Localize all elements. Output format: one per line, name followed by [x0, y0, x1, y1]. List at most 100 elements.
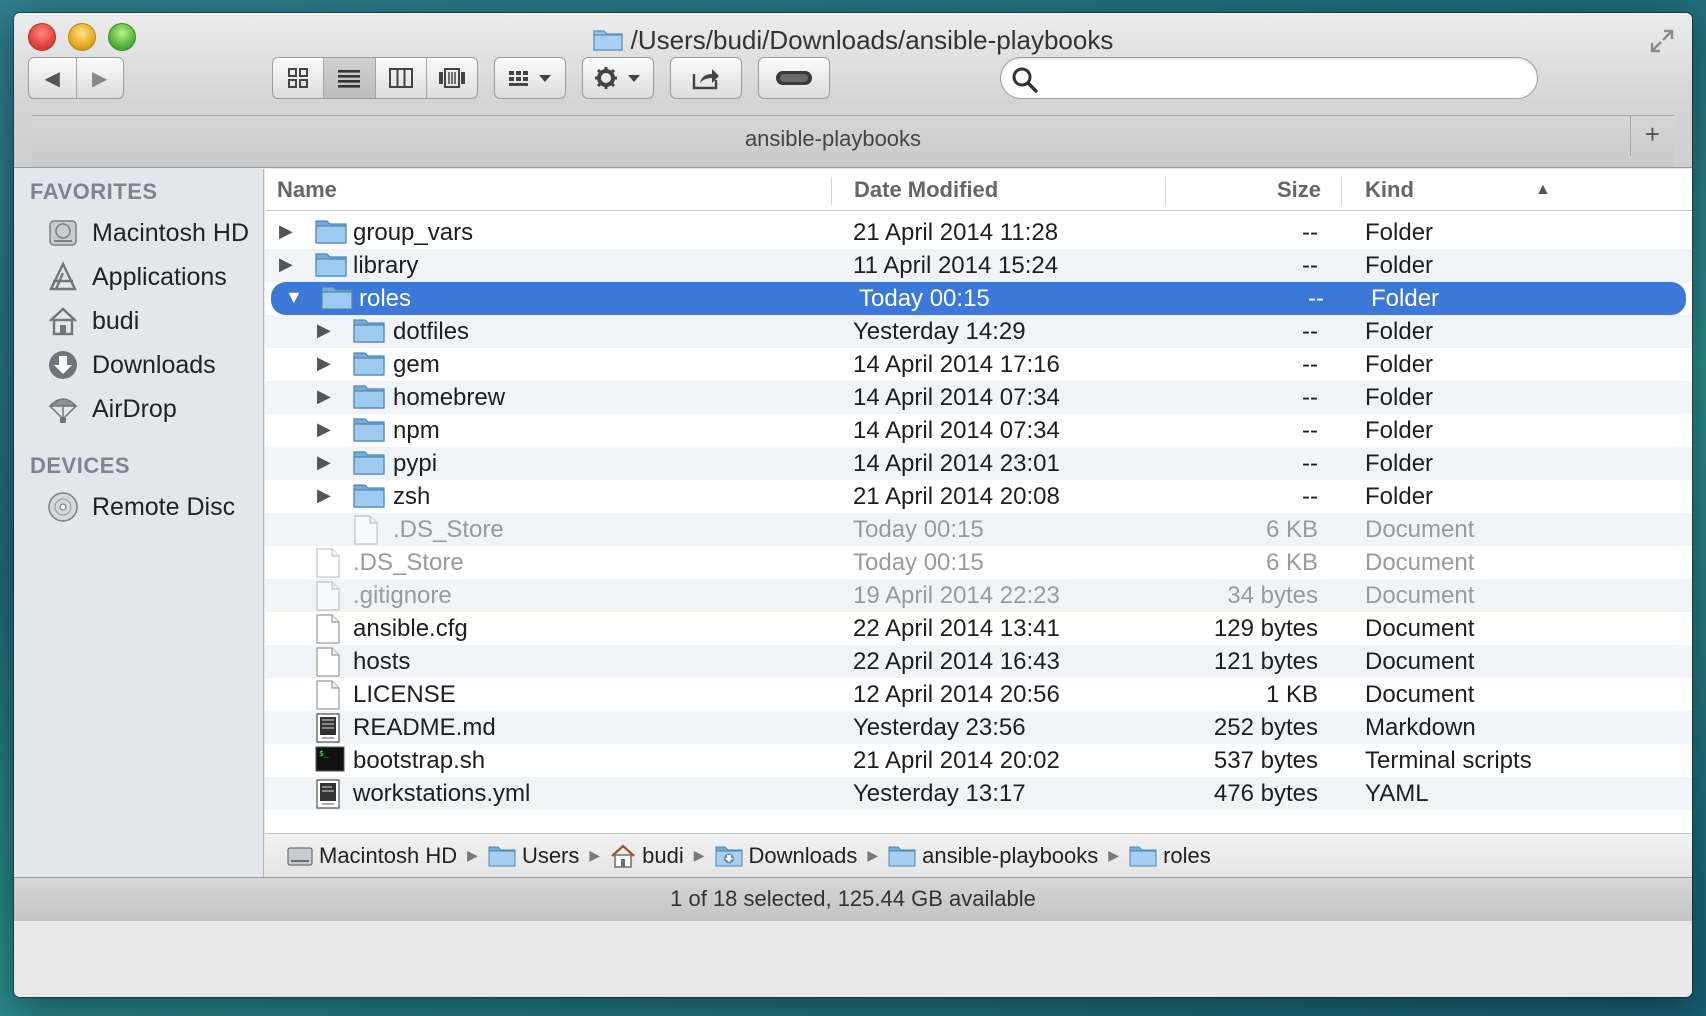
file-size: -- — [1302, 483, 1318, 510]
file-row[interactable]: $_ bootstrap.sh 21 April 2014 20:02 537 byt… — [265, 744, 1692, 777]
column-header-name[interactable]: Name — [277, 177, 337, 203]
file-date-modified: 14 April 2014 17:16 — [853, 351, 1060, 378]
arrange-button[interactable] — [494, 57, 566, 99]
file-size: -- — [1302, 219, 1318, 246]
column-header-size[interactable]: Size — [1277, 177, 1321, 203]
file-name: pypi — [393, 450, 438, 477]
file-kind: Folder — [1371, 285, 1440, 312]
disclosure-collapsed-icon[interactable]: ▶ — [317, 386, 337, 408]
sort-ascending-icon: ▲ — [1535, 181, 1551, 198]
folder-icon — [353, 416, 385, 444]
file-row[interactable]: ▶ group_vars 21 April 2014 11:28 -- Folder — [265, 216, 1692, 249]
path-item-macintosh-hd[interactable]: Macintosh HD — [287, 843, 457, 869]
disclosure-collapsed-icon[interactable]: ▶ — [317, 452, 337, 474]
coverflow-view-button[interactable] — [427, 58, 477, 98]
list-view-button[interactable] — [324, 58, 376, 98]
search-input[interactable] — [1045, 64, 1515, 92]
search-field[interactable] — [1000, 57, 1538, 99]
file-row[interactable]: README.md Yesterday 23:56 252 bytes Markdow… — [265, 711, 1692, 744]
disclosure-collapsed-icon[interactable]: ▶ — [279, 221, 299, 243]
sidebar-devices-list: Remote Disc — [14, 485, 263, 529]
file-row[interactable]: ▶ zsh 21 April 2014 20:08 -- Folder — [265, 480, 1692, 513]
disclosure-expanded-icon[interactable]: ▼ — [285, 287, 305, 309]
file-name: README.md — [353, 714, 496, 741]
tab-ansible-playbooks[interactable]: ansible-playbooks — [32, 126, 1634, 152]
sidebar-item-label: AirDrop — [92, 394, 177, 423]
disclosure-collapsed-icon[interactable]: ▶ — [317, 353, 337, 375]
file-row[interactable]: LICENSE 12 April 2014 20:56 1 KB Document — [265, 678, 1692, 711]
file-row[interactable]: ▶ pypi 14 April 2014 23:01 -- Folder — [265, 447, 1692, 480]
sidebar-item-budi[interactable]: budi — [14, 299, 263, 343]
sidebar-item-applications[interactable]: Applications — [14, 255, 263, 299]
file-date-modified: Yesterday 23:56 — [853, 714, 1026, 741]
back-button[interactable]: ◀ — [29, 58, 77, 98]
path-item-budi[interactable]: budi — [610, 843, 684, 869]
path-item-downloads[interactable]: Downloads — [715, 843, 857, 869]
file-row[interactable]: .DS_Store Today 00:15 6 KB Document — [265, 546, 1692, 579]
path-item-ansible-playbooks[interactable]: ansible-playbooks — [888, 843, 1098, 869]
applications-icon — [46, 260, 80, 294]
toggle-icon — [776, 71, 812, 85]
file-row[interactable]: .gitignore 19 April 2014 22:23 34 bytes Doc… — [265, 579, 1692, 612]
column-header-date-modified[interactable]: Date Modified — [854, 177, 998, 203]
folder-icon — [315, 251, 347, 279]
tags-toggle-button[interactable] — [758, 57, 830, 99]
path-item-roles[interactable]: roles — [1129, 843, 1211, 869]
file-kind: Folder — [1365, 450, 1434, 477]
sidebar-item-remote-disc[interactable]: Remote Disc — [14, 485, 263, 529]
file-row[interactable]: .DS_Store Today 00:15 6 KB Document — [265, 513, 1692, 546]
file-name: npm — [393, 417, 440, 444]
file-name: .gitignore — [353, 582, 452, 609]
forward-button[interactable]: ▶ — [77, 58, 124, 98]
sidebar-item-label: Macintosh HD — [92, 218, 249, 247]
file-name: library — [353, 252, 419, 279]
disclosure-collapsed-icon[interactable]: ▶ — [317, 419, 337, 441]
new-tab-button[interactable]: + — [1630, 116, 1674, 156]
file-row[interactable]: ▶ gem 14 April 2014 17:16 -- Folder — [265, 348, 1692, 381]
grid-icon — [288, 68, 309, 88]
sidebar: FAVORITES Macintosh HD Applications budi… — [14, 169, 264, 886]
file-row[interactable]: ▶ library 11 April 2014 15:24 -- Folder — [265, 249, 1692, 282]
sidebar-item-label: Applications — [92, 262, 227, 291]
path-item-users[interactable]: Users — [488, 843, 579, 869]
path-item-label: Users — [521, 842, 580, 868]
list-icon — [338, 70, 361, 88]
folder-icon — [321, 284, 353, 312]
action-menu-button[interactable] — [582, 57, 654, 99]
disclosure-collapsed-icon[interactable]: ▶ — [317, 485, 337, 507]
home-icon — [610, 844, 636, 868]
document-icon — [315, 680, 347, 710]
fullscreen-icon[interactable] — [1648, 27, 1676, 55]
file-row[interactable]: ▼ roles Today 00:15 -- Folder — [271, 282, 1686, 315]
file-row[interactable]: ansible.cfg 22 April 2014 13:41 129 bytes D… — [265, 612, 1692, 645]
file-size: 121 bytes — [1213, 648, 1318, 675]
column-header-kind[interactable]: Kind — [1365, 177, 1414, 203]
file-row[interactable]: ▶ dotfiles Yesterday 14:29 -- Folder — [265, 315, 1692, 348]
icon-view-button[interactable] — [273, 58, 325, 98]
file-date-modified: Today 00:15 — [859, 285, 990, 312]
sidebar-item-downloads[interactable]: Downloads — [14, 343, 263, 387]
sidebar-item-macintosh-hd[interactable]: Macintosh HD — [14, 211, 263, 255]
arrange-icon — [509, 71, 551, 86]
file-kind: YAML — [1365, 780, 1429, 807]
sidebar-item-label: Remote Disc — [92, 492, 236, 521]
sidebar-item-airdrop[interactable]: AirDrop — [14, 387, 263, 431]
file-date-modified: 21 April 2014 11:28 — [853, 219, 1059, 246]
disclosure-collapsed-icon[interactable]: ▶ — [317, 320, 337, 342]
file-date-modified: 22 April 2014 16:43 — [853, 648, 1060, 675]
column-divider[interactable] — [831, 177, 832, 205]
file-size: -- — [1302, 351, 1318, 378]
column-divider[interactable] — [1165, 177, 1166, 205]
file-row[interactable]: ▶ homebrew 14 April 2014 07:34 -- Folder — [265, 381, 1692, 414]
file-row[interactable]: ▶ npm 14 April 2014 07:34 -- Folder — [265, 414, 1692, 447]
file-kind: Document — [1365, 681, 1475, 708]
file-row[interactable]: workstations.yml Yesterday 13:17 476 bytes… — [265, 777, 1692, 810]
column-view-button[interactable] — [376, 58, 427, 98]
share-button[interactable] — [670, 57, 742, 99]
file-row[interactable]: hosts 22 April 2014 16:43 121 bytes Documen… — [265, 645, 1692, 678]
file-name: .DS_Store — [353, 549, 464, 576]
disclosure-collapsed-icon[interactable]: ▶ — [279, 254, 299, 276]
columns-icon — [388, 68, 413, 88]
finder-window: /Users/budi/Downloads/ansible-playbooks … — [14, 13, 1692, 997]
column-divider[interactable] — [1341, 177, 1342, 205]
